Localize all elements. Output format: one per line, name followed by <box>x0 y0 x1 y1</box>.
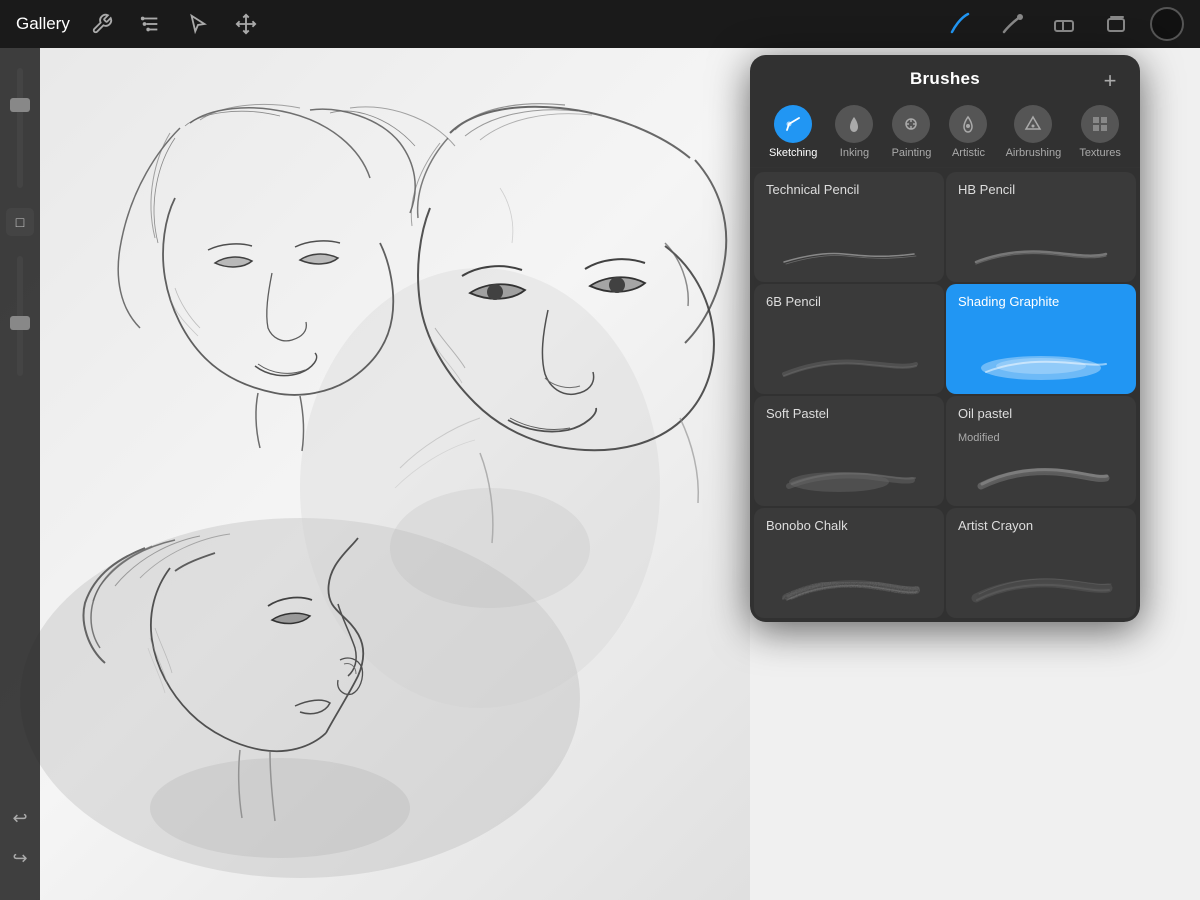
airbrushing-label: Airbrushing <box>1006 147 1062 159</box>
gallery-button[interactable]: Gallery <box>16 14 70 34</box>
textures-label: Textures <box>1079 147 1121 159</box>
stroke-artist-crayon <box>958 568 1124 608</box>
stroke-oil-pastel <box>958 456 1124 496</box>
sketch-illustration <box>0 48 750 900</box>
adjustments-icon[interactable] <box>134 8 166 40</box>
tab-textures[interactable]: Textures <box>1073 101 1127 163</box>
left-panel: □ ↩ ↪ <box>0 48 40 900</box>
sketching-icon <box>774 105 812 143</box>
brush-active-icon[interactable] <box>942 6 978 42</box>
inking-icon <box>835 105 873 143</box>
tab-inking[interactable]: Inking <box>829 101 879 163</box>
color-picker[interactable] <box>1150 7 1184 41</box>
redo-button[interactable]: ↪ <box>6 844 34 872</box>
brush-hb-pencil[interactable]: HB Pencil <box>946 172 1136 282</box>
brushes-header: Brushes + <box>750 55 1140 95</box>
brush-soft-pastel[interactable]: Soft Pastel <box>754 396 944 506</box>
painting-label: Painting <box>892 147 932 159</box>
stroke-shading-graphite <box>958 344 1124 384</box>
brush-technical-pencil[interactable]: Technical Pencil <box>754 172 944 282</box>
tab-artistic[interactable]: Artistic <box>943 101 993 163</box>
toolbar-left: Gallery <box>16 8 262 40</box>
eraser-icon[interactable] <box>1046 6 1082 42</box>
airbrushing-icon <box>1014 105 1052 143</box>
sketching-label: Sketching <box>769 147 817 159</box>
tab-airbrushing[interactable]: Airbrushing <box>1000 101 1068 163</box>
stroke-soft-pastel <box>766 456 932 496</box>
brush-size-slider[interactable] <box>17 68 23 188</box>
toolbar: Gallery <box>0 0 1200 48</box>
category-tabs: Sketching Inking Painting <box>750 95 1140 168</box>
brushes-panel: Brushes + Sketching Inking <box>750 55 1140 622</box>
undo-button[interactable]: ↩ <box>6 804 34 832</box>
add-brush-button[interactable]: + <box>1096 67 1124 95</box>
smudge-icon[interactable] <box>994 6 1030 42</box>
sketch-background <box>0 48 750 900</box>
layers-icon[interactable] <box>1098 6 1134 42</box>
textures-icon <box>1081 105 1119 143</box>
brush-size-thumb[interactable] <box>10 98 30 112</box>
brush-bonobo-chalk[interactable]: Bonobo Chalk <box>754 508 944 618</box>
brush-oil-pastel[interactable]: Oil pastel Modified <box>946 396 1136 506</box>
inking-label: Inking <box>840 147 869 159</box>
artistic-icon <box>949 105 987 143</box>
selection-icon[interactable] <box>182 8 214 40</box>
stroke-hb-pencil <box>958 232 1124 272</box>
stroke-bonobo-chalk <box>766 568 932 608</box>
transform-icon[interactable] <box>230 8 262 40</box>
brush-6b-pencil[interactable]: 6B Pencil <box>754 284 944 394</box>
artistic-label: Artistic <box>952 147 985 159</box>
stroke-technical-pencil <box>766 232 932 272</box>
opacity-thumb[interactable] <box>10 316 30 330</box>
brush-artist-crayon[interactable]: Artist Crayon <box>946 508 1136 618</box>
tab-painting[interactable]: Painting <box>886 101 938 163</box>
wrench-icon[interactable] <box>86 8 118 40</box>
toolbar-right <box>942 6 1184 42</box>
tab-sketching[interactable]: Sketching <box>763 101 823 163</box>
brush-grid: Technical Pencil HB Pencil 6B Pencil <box>750 168 1140 622</box>
brushes-title: Brushes <box>910 69 980 89</box>
painting-icon <box>892 105 930 143</box>
square-tool-btn[interactable]: □ <box>6 208 34 236</box>
brush-shading-graphite[interactable]: Shading Graphite <box>946 284 1136 394</box>
opacity-slider[interactable] <box>17 256 23 376</box>
stroke-6b-pencil <box>766 344 932 384</box>
